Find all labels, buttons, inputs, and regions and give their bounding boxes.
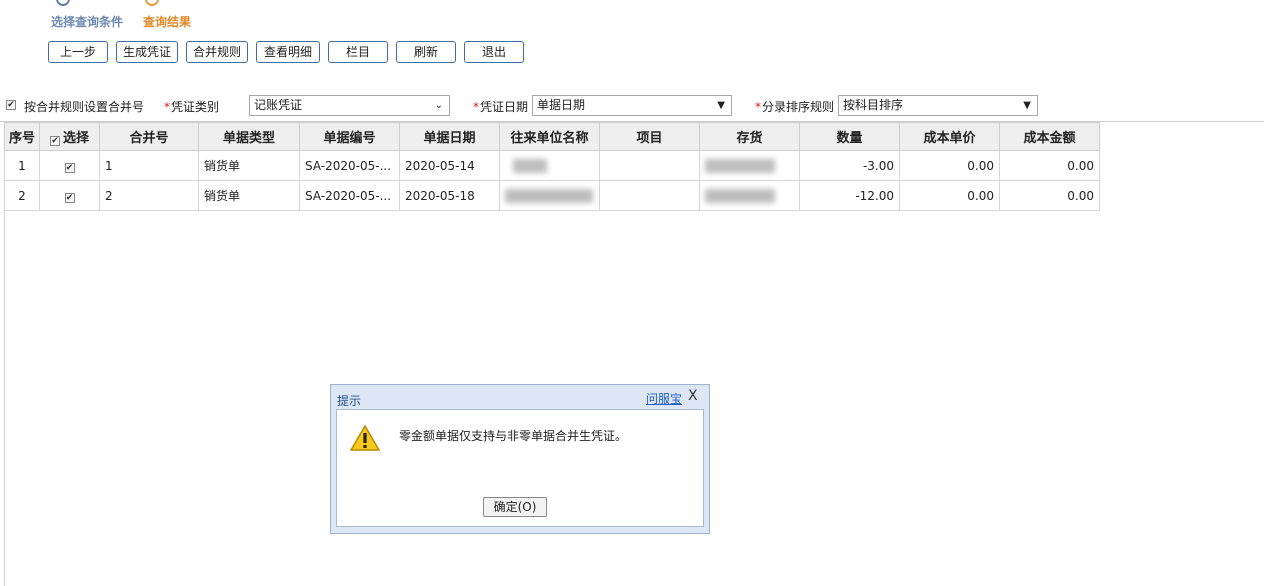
columns-button[interactable]: 栏目 — [328, 41, 388, 63]
cell-doc-date: 2020-05-14 — [399, 150, 500, 181]
cell-unit-cost: 0.00 — [899, 150, 1000, 181]
cell-doc-type: 销货单 — [198, 150, 300, 181]
dialog-body: 零金额单据仅支持与非零单据合并生凭证。 确定(O) — [336, 409, 704, 527]
redacted-text — [513, 158, 547, 173]
cell-project — [599, 180, 700, 211]
cell-qty: -12.00 — [799, 180, 900, 211]
col-inventory[interactable]: 存货 — [699, 122, 800, 151]
col-select[interactable]: ✔ 选择 — [39, 122, 100, 151]
chevron-down-icon: ⌄ — [434, 100, 443, 111]
select-all-checkbox[interactable]: ✔ — [49, 136, 60, 146]
prev-step-button[interactable]: 上一步 — [48, 41, 108, 63]
sort-rule-label: *分录排序规则 — [755, 100, 835, 114]
cell-cost-amount: 0.00 — [999, 150, 1100, 181]
close-icon[interactable]: X — [688, 388, 698, 404]
cell-seq: 2 — [4, 180, 40, 211]
cell-partner — [499, 150, 600, 181]
cell-unit-cost: 0.00 — [899, 180, 1000, 211]
redacted-text — [505, 188, 593, 203]
voucher-type-label: *凭证类别 — [164, 100, 220, 114]
cell-inventory — [699, 180, 800, 211]
generate-voucher-button[interactable]: 生成凭证 — [116, 41, 178, 63]
table-row[interactable]: 1 ✔ 1 销货单 SA-2020-05-... 2020-05-14 -3.0… — [4, 150, 1100, 181]
merge-rule-button[interactable]: 合并规则 — [186, 41, 248, 63]
cell-doc-no[interactable]: SA-2020-05-... — [299, 150, 400, 181]
table-row[interactable]: 2 ✔ 2 销货单 SA-2020-05-... 2020-05-18 -12.… — [4, 180, 1100, 211]
alert-dialog: 提示 问服宝 X 零金额单据仅支持与非零单据合并生凭证。 确定(O) — [330, 384, 710, 534]
cell-seq: 1 — [4, 150, 40, 181]
cell-partner — [499, 180, 600, 211]
filter-bar: ✔ 按合并规则设置合并号 *凭证类别 记账凭证 ⌄ *凭证日期 单据日期 ▼ *… — [0, 95, 1264, 117]
redacted-text — [705, 188, 775, 203]
col-doc-no[interactable]: 单据编号 — [299, 122, 400, 151]
cell-doc-type: 销货单 — [198, 180, 300, 211]
step2-label: 查询结果 — [143, 15, 192, 29]
warning-icon — [349, 424, 381, 451]
merge-checkbox-label: 按合并规则设置合并号 — [24, 100, 145, 114]
dialog-title: 提示 — [337, 394, 362, 408]
dropdown-arrow-icon: ▼ — [717, 100, 725, 111]
row-checkbox[interactable]: ✔ — [64, 162, 75, 173]
refresh-button[interactable]: 刷新 — [396, 41, 456, 63]
row-checkbox[interactable]: ✔ — [64, 192, 75, 203]
col-project[interactable]: 项目 — [599, 122, 700, 151]
step1-indicator-icon — [56, 0, 70, 6]
cell-project — [599, 150, 700, 181]
col-seq[interactable]: 序号 — [4, 122, 40, 151]
cell-doc-no[interactable]: SA-2020-05-... — [299, 180, 400, 211]
step2-indicator-icon — [145, 0, 159, 6]
result-table: 序号 ✔ 选择 合并号 单据类型 单据编号 单据日期 往来单位名称 项目 存货 数… — [4, 122, 1100, 211]
table-header-row: 序号 ✔ 选择 合并号 单据类型 单据编号 单据日期 往来单位名称 项目 存货 数… — [4, 122, 1100, 151]
cell-qty: -3.00 — [799, 150, 900, 181]
cell-merge-no[interactable]: 1 — [99, 150, 199, 181]
merge-rule-checkbox[interactable]: ✔ — [6, 100, 16, 110]
step1-label[interactable]: 选择查询条件 — [51, 13, 123, 30]
voucher-date-label: *凭证日期 — [473, 100, 529, 114]
col-cost-amount[interactable]: 成本金额 — [999, 122, 1100, 151]
cell-inventory — [699, 150, 800, 181]
col-merge-no[interactable]: 合并号 — [99, 122, 199, 151]
dialog-message: 零金额单据仅支持与非零单据合并生凭证。 — [399, 429, 628, 443]
col-doc-type[interactable]: 单据类型 — [198, 122, 300, 151]
voucher-date-select[interactable]: 单据日期 ▼ — [532, 95, 732, 116]
view-detail-button[interactable]: 查看明细 — [256, 41, 320, 63]
cell-select[interactable]: ✔ — [39, 180, 100, 211]
cell-merge-no[interactable]: 2 — [99, 180, 199, 211]
ok-button[interactable]: 确定(O) — [483, 497, 547, 517]
redacted-text — [705, 158, 775, 173]
dropdown-arrow-icon: ▼ — [1023, 100, 1031, 111]
voucher-type-select[interactable]: 记账凭证 ⌄ — [249, 95, 450, 116]
sort-rule-select[interactable]: 按科目排序 ▼ — [838, 95, 1038, 116]
help-link[interactable]: 问服宝 — [646, 390, 682, 407]
cell-cost-amount: 0.00 — [999, 180, 1100, 211]
cell-doc-date: 2020-05-18 — [399, 180, 500, 211]
col-unit-cost[interactable]: 成本单价 — [899, 122, 1000, 151]
cell-select[interactable]: ✔ — [39, 150, 100, 181]
exit-button[interactable]: 退出 — [464, 41, 524, 63]
col-partner[interactable]: 往来单位名称 — [499, 122, 600, 151]
col-doc-date[interactable]: 单据日期 — [399, 122, 500, 151]
col-qty[interactable]: 数量 — [799, 122, 900, 151]
